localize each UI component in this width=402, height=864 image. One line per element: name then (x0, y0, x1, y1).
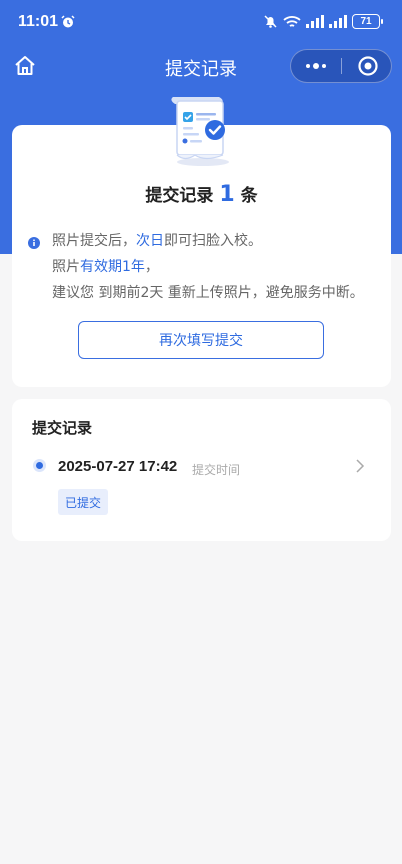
info-highlight-next-day: 次日 (136, 233, 164, 249)
signal-icon (306, 15, 324, 28)
info-line-2: 照片有效期1年， (52, 254, 382, 280)
info-line-1-text: 照片提交后， (52, 233, 136, 249)
more-icon[interactable] (291, 50, 341, 82)
list-item[interactable]: 2025-07-27 17:42 提交时间 已提交 (12, 451, 391, 525)
info-line-2-text: 照片 (52, 259, 80, 275)
target-icon[interactable] (351, 54, 385, 78)
mute-icon (264, 15, 277, 28)
record-datetime: 2025-07-27 17:42 (58, 458, 178, 475)
record-time-label: 提交时间 (192, 463, 241, 477)
signal-icon (329, 15, 347, 28)
info-line-3: 建议您 到期前2天 重新上传照片，避免服务中断。 (52, 285, 364, 301)
wifi-icon (283, 15, 301, 27)
info-line-1: 照片提交后，次日即可扫脸入校。 (52, 228, 382, 254)
record-list-title: 提交记录 (32, 419, 93, 437)
summary-title-prefix: 提交记录 (145, 186, 214, 206)
info-line-1-text-end: 即可扫脸入校。 (164, 233, 262, 249)
timeline-dot (33, 459, 46, 472)
status-time: 11:01 (18, 13, 59, 30)
status-icons: 71 (263, 14, 383, 29)
nav-bar: 提交记录 (0, 46, 402, 88)
capsule-divider (341, 58, 342, 74)
info-text: 照片提交后，次日即可扫脸入校。 照片有效期1年， 建议您 到期前2天 重新上传照… (52, 228, 382, 306)
summary-title-suffix: 条 (240, 186, 258, 206)
record-list-card: 提交记录 2025-07-27 17:42 提交时间 已提交 (12, 399, 391, 541)
chevron-right-icon (356, 459, 365, 473)
info-line-2-text-end: ， (144, 259, 159, 275)
resubmit-button[interactable]: 再次填写提交 (78, 321, 324, 359)
record-count: 1 (219, 182, 235, 207)
mini-program-capsule (290, 49, 392, 83)
info-highlight-validity: 有效期1年 (80, 259, 145, 275)
battery-level: 71 (360, 16, 372, 27)
summary-title: 提交记录 1 条 (12, 181, 391, 207)
receipt-icon (171, 97, 229, 166)
status-badge: 已提交 (58, 489, 109, 515)
info-icon (28, 237, 40, 249)
battery-icon: 71 (352, 14, 383, 29)
status-bar: 11:01 71 (0, 0, 402, 46)
alarm-icon (61, 15, 75, 28)
